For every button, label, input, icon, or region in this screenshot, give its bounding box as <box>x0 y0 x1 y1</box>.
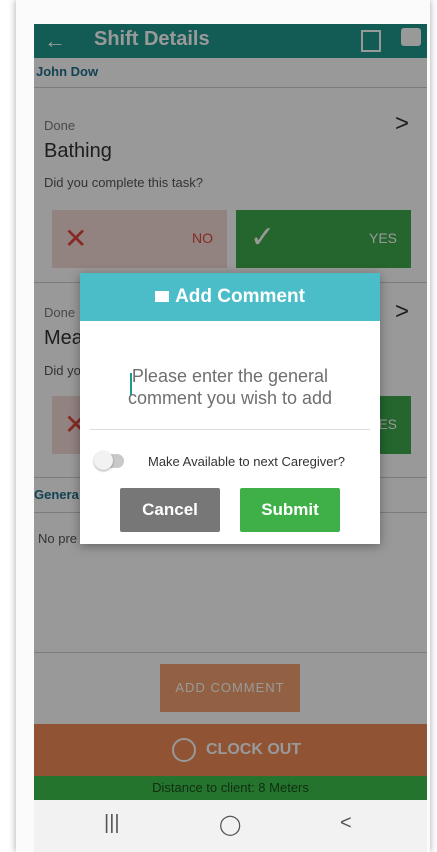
home-icon[interactable]: ◯ <box>219 812 241 837</box>
dialog-title: Add Comment <box>175 286 305 307</box>
dialog-header: Add Comment <box>80 273 380 321</box>
system-nav-bar: ||| ◯ < <box>34 800 427 852</box>
recents-icon[interactable]: ||| <box>104 812 120 835</box>
comment-textarea[interactable]: Please enter the general comment you wis… <box>90 329 370 430</box>
comment-icon <box>155 291 170 303</box>
text-cursor <box>130 373 132 395</box>
submit-button[interactable]: Submit <box>240 488 340 532</box>
add-comment-dialog: Add Comment Please enter the general com… <box>80 273 380 544</box>
toggle-knob <box>94 451 113 470</box>
toggle-label: Make Available to next Caregiver? <box>148 454 346 469</box>
available-toggle[interactable] <box>94 451 124 470</box>
cancel-button[interactable]: Cancel <box>120 488 220 532</box>
back-icon[interactable]: < <box>340 812 352 835</box>
comment-placeholder: Please enter the general comment you wis… <box>127 366 333 408</box>
